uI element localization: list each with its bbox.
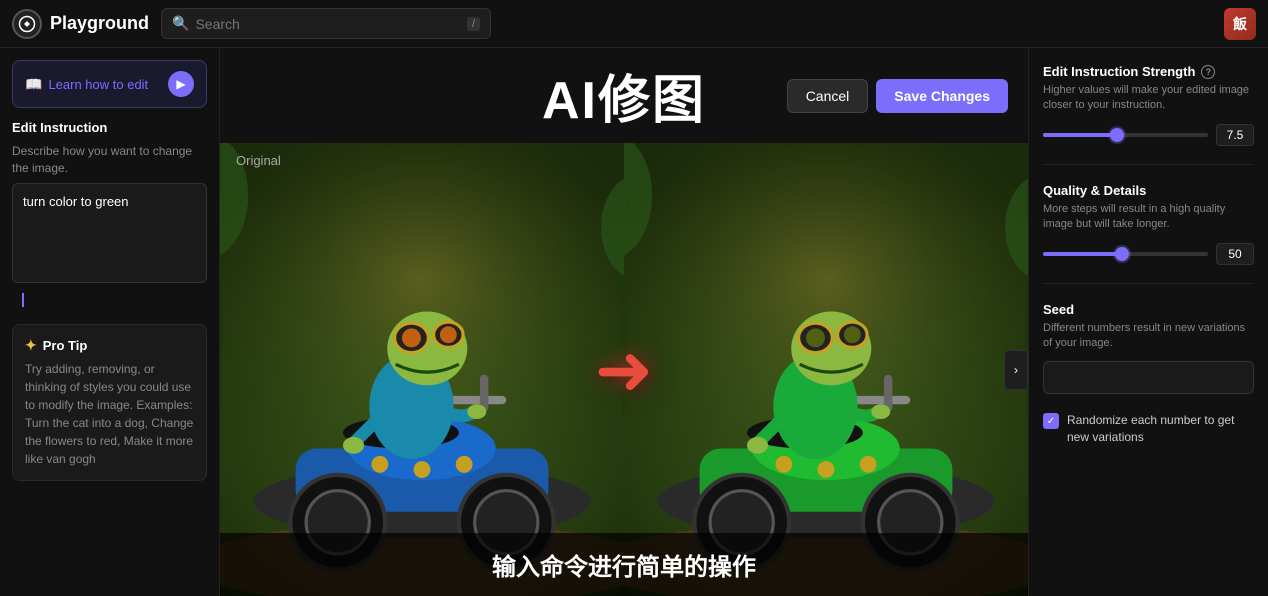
logo-icon bbox=[12, 9, 42, 39]
image-comparison: ➜ bbox=[220, 143, 1028, 596]
quality-slider-track[interactable] bbox=[1043, 252, 1208, 256]
quality-value: 50 bbox=[1216, 243, 1254, 265]
original-svg bbox=[220, 143, 624, 596]
right-sidebar: Edit Instruction Strength ? Higher value… bbox=[1028, 48, 1268, 596]
expand-button[interactable]: › bbox=[1004, 350, 1028, 390]
search-kbd: / bbox=[467, 17, 480, 31]
learn-label: Learn how to edit bbox=[48, 77, 148, 92]
save-changes-button[interactable]: Save Changes bbox=[876, 79, 1008, 113]
pro-tip-box: ✦ Pro Tip Try adding, removing, or think… bbox=[12, 324, 207, 481]
pro-tip-title: ✦ Pro Tip bbox=[25, 337, 194, 354]
image-area: Original bbox=[220, 143, 1028, 596]
avatar[interactable]: 飯 bbox=[1224, 8, 1256, 40]
strength-slider-track[interactable] bbox=[1043, 133, 1208, 137]
search-input[interactable] bbox=[195, 16, 461, 32]
quality-slider-fill bbox=[1043, 252, 1122, 256]
strength-title: Edit Instruction Strength ? bbox=[1043, 64, 1254, 79]
main-layout: 📖 Learn how to edit ▶ Edit Instruction D… bbox=[0, 48, 1268, 596]
divider-2 bbox=[1043, 283, 1254, 284]
seed-input[interactable] bbox=[1043, 361, 1254, 394]
strength-slider-fill bbox=[1043, 133, 1117, 137]
center-panel: AI修图 Cancel Save Changes Original bbox=[220, 48, 1028, 596]
tip-icon: ✦ bbox=[25, 337, 37, 354]
edit-instruction-desc: Describe how you want to change the imag… bbox=[12, 143, 207, 177]
randomize-row: ✓ Randomize each number to get new varia… bbox=[1043, 412, 1254, 446]
quality-slider-thumb[interactable] bbox=[1115, 247, 1129, 261]
check-icon: ✓ bbox=[1047, 416, 1055, 427]
original-label: Original bbox=[236, 153, 281, 168]
strength-desc: Higher values will make your edited imag… bbox=[1043, 83, 1254, 114]
randomize-checkbox[interactable]: ✓ bbox=[1043, 413, 1059, 429]
subtitle-text: 输入命令进行简单的操作 bbox=[492, 554, 756, 581]
edited-svg bbox=[624, 143, 1028, 596]
quality-desc: More steps will result in a high quality… bbox=[1043, 202, 1254, 233]
pro-tip-text: Try adding, removing, or thinking of sty… bbox=[25, 360, 194, 468]
book-icon: 📖 bbox=[25, 76, 42, 93]
edit-instruction-title: Edit Instruction bbox=[12, 120, 207, 135]
strength-section: Edit Instruction Strength ? Higher value… bbox=[1043, 64, 1254, 146]
strength-slider-container: 7.5 bbox=[1043, 124, 1254, 146]
edited-image bbox=[624, 143, 1028, 596]
center-title: AI修图 bbox=[542, 58, 706, 133]
search-bar[interactable]: 🔍 / bbox=[161, 8, 491, 39]
cursor-indicator bbox=[22, 293, 24, 307]
strength-value: 7.5 bbox=[1216, 124, 1254, 146]
learn-btn-text: 📖 Learn how to edit bbox=[25, 76, 148, 93]
edit-instruction-section: Edit Instruction Describe how you want t… bbox=[12, 120, 207, 312]
center-top-bar: AI修图 Cancel Save Changes bbox=[220, 48, 1028, 143]
action-buttons: Cancel Save Changes bbox=[787, 79, 1008, 113]
strength-info-icon[interactable]: ? bbox=[1201, 65, 1215, 79]
logo: Playground bbox=[12, 9, 149, 39]
image-canvas: Original bbox=[220, 143, 1028, 596]
original-image bbox=[220, 143, 624, 596]
strength-slider-thumb[interactable] bbox=[1110, 128, 1124, 142]
instruction-textarea[interactable]: turn color to green bbox=[12, 183, 207, 283]
randomize-label: Randomize each number to get new variati… bbox=[1067, 412, 1254, 446]
play-icon: ▶ bbox=[168, 71, 194, 97]
seed-title: Seed bbox=[1043, 302, 1254, 317]
quality-slider-container: 50 bbox=[1043, 243, 1254, 265]
quality-title: Quality & Details bbox=[1043, 183, 1254, 198]
cancel-button[interactable]: Cancel bbox=[787, 79, 869, 113]
search-icon: 🔍 bbox=[172, 15, 189, 32]
subtitle-overlay: 输入命令进行简单的操作 bbox=[220, 533, 1028, 596]
logo-label: Playground bbox=[50, 13, 149, 34]
left-sidebar: 📖 Learn how to edit ▶ Edit Instruction D… bbox=[0, 48, 220, 596]
topbar: Playground 🔍 / 飯 bbox=[0, 0, 1268, 48]
topbar-right: 飯 bbox=[1224, 8, 1256, 40]
learn-how-button[interactable]: 📖 Learn how to edit ▶ bbox=[12, 60, 207, 108]
seed-desc: Different numbers result in new variatio… bbox=[1043, 321, 1254, 352]
divider-1 bbox=[1043, 164, 1254, 165]
seed-section: Seed Different numbers result in new var… bbox=[1043, 302, 1254, 395]
quality-section: Quality & Details More steps will result… bbox=[1043, 183, 1254, 265]
